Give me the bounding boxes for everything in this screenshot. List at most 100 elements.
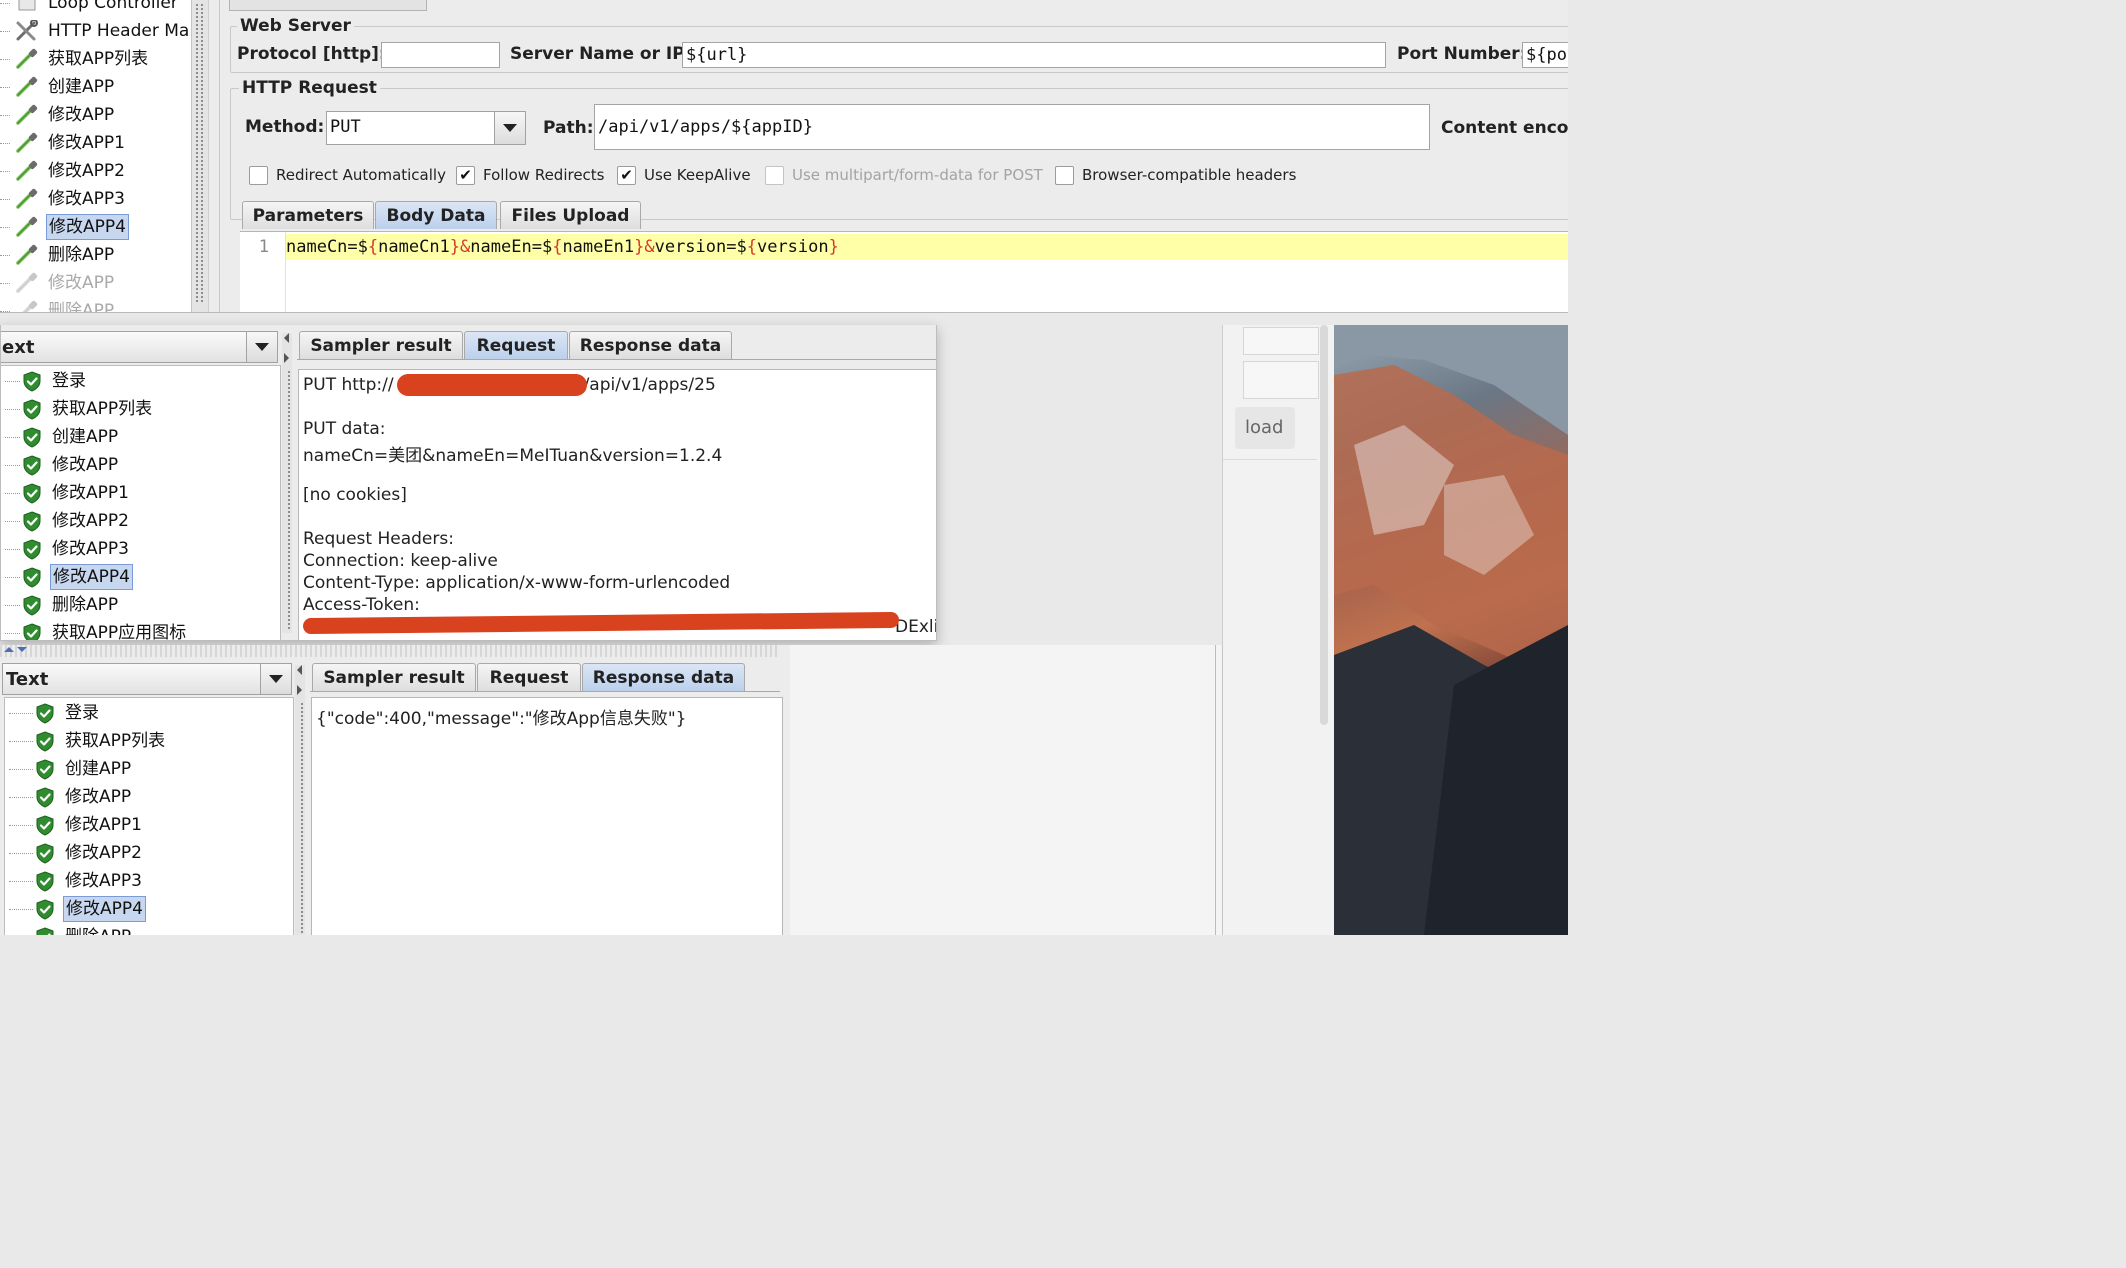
tree-item-label: 修改APP bbox=[48, 105, 115, 125]
tree-item[interactable]: 修改APP bbox=[0, 269, 191, 297]
result-tree-item[interactable]: 修改APP1 bbox=[5, 811, 293, 839]
result-item-label: 创建APP bbox=[52, 427, 119, 447]
results-splitter[interactable] bbox=[282, 333, 292, 633]
tree-item[interactable]: 修改APP2 bbox=[0, 157, 191, 185]
result-item-label: 修改APP4 bbox=[50, 564, 133, 590]
tree-item[interactable]: 修改APP bbox=[0, 101, 191, 129]
renderer-select[interactable]: Text bbox=[2, 663, 292, 695]
splitter-grip bbox=[196, 4, 198, 304]
body-data-text[interactable]: nameCn=${nameCn1}&nameEn=${nameEn1}&vers… bbox=[286, 237, 839, 257]
expand-right-icon[interactable] bbox=[284, 353, 289, 363]
tree-item[interactable]: 获取APP列表 bbox=[0, 45, 191, 73]
result-item-label: 修改APP1 bbox=[65, 815, 142, 835]
result-tree-item[interactable]: 修改APP4 bbox=[1, 563, 280, 591]
path-input[interactable]: /api/v1/apps/${appID} bbox=[594, 104, 1430, 150]
tree-connector bbox=[5, 493, 20, 494]
method-select[interactable]: PUT bbox=[326, 111, 526, 145]
tab-sampler-result[interactable]: Sampler result bbox=[312, 663, 476, 691]
tree-item[interactable]: HTTP Header Ma bbox=[0, 17, 191, 45]
line-number: 1 bbox=[258, 237, 269, 257]
tree-item[interactable]: Loop Controller bbox=[0, 0, 191, 17]
tree-splitter[interactable] bbox=[192, 0, 209, 312]
tree-connector bbox=[9, 713, 33, 714]
result-tree-item[interactable]: 删除APP bbox=[1, 591, 280, 619]
request-url-path: /api/v1/apps/25 bbox=[583, 375, 716, 395]
tree-item[interactable]: 修改APP1 bbox=[0, 129, 191, 157]
result-item-label: 登录 bbox=[52, 371, 86, 391]
result-tree-item[interactable]: 登录 bbox=[1, 367, 280, 395]
chevron-down-icon[interactable] bbox=[260, 664, 291, 694]
result-tree-item[interactable]: 修改APP2 bbox=[5, 839, 293, 867]
tree-connector bbox=[9, 909, 33, 910]
tree-item[interactable]: 修改APP4 bbox=[0, 213, 191, 241]
tree-connector bbox=[5, 409, 20, 410]
port-number-input[interactable]: ${po bbox=[1522, 42, 1568, 68]
tab-sampler-result[interactable]: Sampler result bbox=[299, 331, 463, 359]
background-upload-button[interactable]: load bbox=[1235, 407, 1295, 449]
result-tree-item[interactable]: 登录 bbox=[5, 699, 293, 727]
request-text-area[interactable]: PUT http:// /api/v1/apps/25 PUT data: nam… bbox=[298, 369, 936, 640]
result-tree-item[interactable]: 获取APP列表 bbox=[1, 395, 280, 423]
tab-files-upload[interactable]: Files Upload bbox=[500, 201, 641, 229]
tab-request[interactable]: Request bbox=[464, 331, 568, 359]
chevron-down-icon[interactable] bbox=[246, 332, 277, 362]
renderer-select[interactable]: ext bbox=[1, 331, 278, 363]
result-tree-item[interactable]: 获取APP列表 bbox=[5, 727, 293, 755]
scrollbar[interactable] bbox=[1320, 325, 1328, 725]
tab-body-data[interactable]: Body Data bbox=[375, 201, 497, 229]
chevron-down-icon[interactable] bbox=[494, 112, 525, 144]
tree-item[interactable]: 修改APP3 bbox=[0, 185, 191, 213]
response-text-area[interactable]: {"code":400,"message":"修改App信息失败"} bbox=[311, 697, 783, 935]
test-plan-tree[interactable]: Loop Controller HTTP Header Ma 获取APP列表创建AP… bbox=[0, 0, 192, 312]
window-drag-strip[interactable] bbox=[0, 645, 780, 657]
result-tree-item[interactable]: 创建APP bbox=[1, 423, 280, 451]
tree-connector bbox=[0, 283, 10, 284]
result-item-label: 登录 bbox=[65, 703, 99, 723]
tree-item[interactable]: 删除APP bbox=[0, 241, 191, 269]
checkbox-use-keepalive[interactable]: ✔ bbox=[617, 166, 636, 185]
server-name-input[interactable]: ${url} bbox=[682, 42, 1386, 68]
result-tree-item[interactable]: 修改APP3 bbox=[1, 535, 280, 563]
results-tree[interactable]: 登录获取APP列表创建APP 修改APP 修改APP1 修改APP2 修改APP3 修改A… bbox=[1, 365, 281, 641]
checkbox-follow-redirects[interactable]: ✔ bbox=[456, 166, 475, 185]
body-data-editor[interactable]: 1 nameCn=${nameCn1}&nameEn=${nameEn1}&ve… bbox=[240, 231, 1568, 312]
result-tree-item[interactable]: 删除APP bbox=[5, 923, 293, 935]
checkbox-use-multipart-form-data-for-post[interactable] bbox=[765, 166, 784, 185]
result-tree-item[interactable]: 修改APP3 bbox=[5, 867, 293, 895]
tree-connector bbox=[5, 465, 20, 466]
collapse-left-icon[interactable] bbox=[297, 665, 302, 675]
result-tree-item[interactable]: 创建APP bbox=[5, 755, 293, 783]
tab-baseline bbox=[310, 691, 780, 692]
mountain-image bbox=[1334, 325, 1568, 935]
body-token: version=$ bbox=[654, 237, 747, 257]
tab-parameters[interactable]: Parameters bbox=[242, 201, 374, 229]
checkbox-label: Use KeepAlive bbox=[644, 166, 751, 184]
tree-item[interactable]: 创建APP bbox=[0, 73, 191, 101]
tree-item[interactable]: 删除APP bbox=[0, 297, 191, 312]
result-tree-item[interactable]: 获取APP应用图标 bbox=[1, 619, 280, 641]
collapse-up-icon[interactable] bbox=[4, 647, 14, 652]
expand-right-icon[interactable] bbox=[297, 685, 302, 695]
tree-connector bbox=[0, 199, 10, 200]
tab-request[interactable]: Request bbox=[477, 663, 581, 691]
result-tree-item[interactable]: 修改APP bbox=[1, 451, 280, 479]
checkbox-redirect-automatically[interactable] bbox=[249, 166, 268, 185]
protocol-input[interactable] bbox=[381, 42, 500, 68]
result-tree-item[interactable]: 修改APP4 bbox=[5, 895, 293, 923]
tab-response-data[interactable]: Response data bbox=[569, 331, 732, 359]
success-shield-icon bbox=[22, 595, 42, 616]
result-tree-item[interactable]: 修改APP1 bbox=[1, 479, 280, 507]
checkbox-browser-compatible-headers[interactable] bbox=[1055, 166, 1074, 185]
result-tree-item[interactable]: 修改APP bbox=[5, 783, 293, 811]
results-tree[interactable]: 登录获取APP列表 创建APP 修改APP 修改APP1 修改APP2 修改APP3 修改A… bbox=[4, 697, 294, 935]
collapse-left-icon[interactable] bbox=[284, 333, 289, 343]
results-splitter[interactable] bbox=[295, 665, 305, 935]
expand-down-icon[interactable] bbox=[17, 647, 27, 652]
desktop-wallpaper bbox=[1334, 325, 1568, 935]
content-encoding-label: Content enco bbox=[1441, 118, 1568, 138]
result-item-label: 获取APP应用图标 bbox=[52, 623, 187, 641]
tab-response-data[interactable]: Response data bbox=[582, 663, 745, 691]
success-shield-icon bbox=[22, 399, 42, 420]
result-tree-item[interactable]: 修改APP2 bbox=[1, 507, 280, 535]
tree-item-label: 获取APP列表 bbox=[48, 49, 149, 69]
